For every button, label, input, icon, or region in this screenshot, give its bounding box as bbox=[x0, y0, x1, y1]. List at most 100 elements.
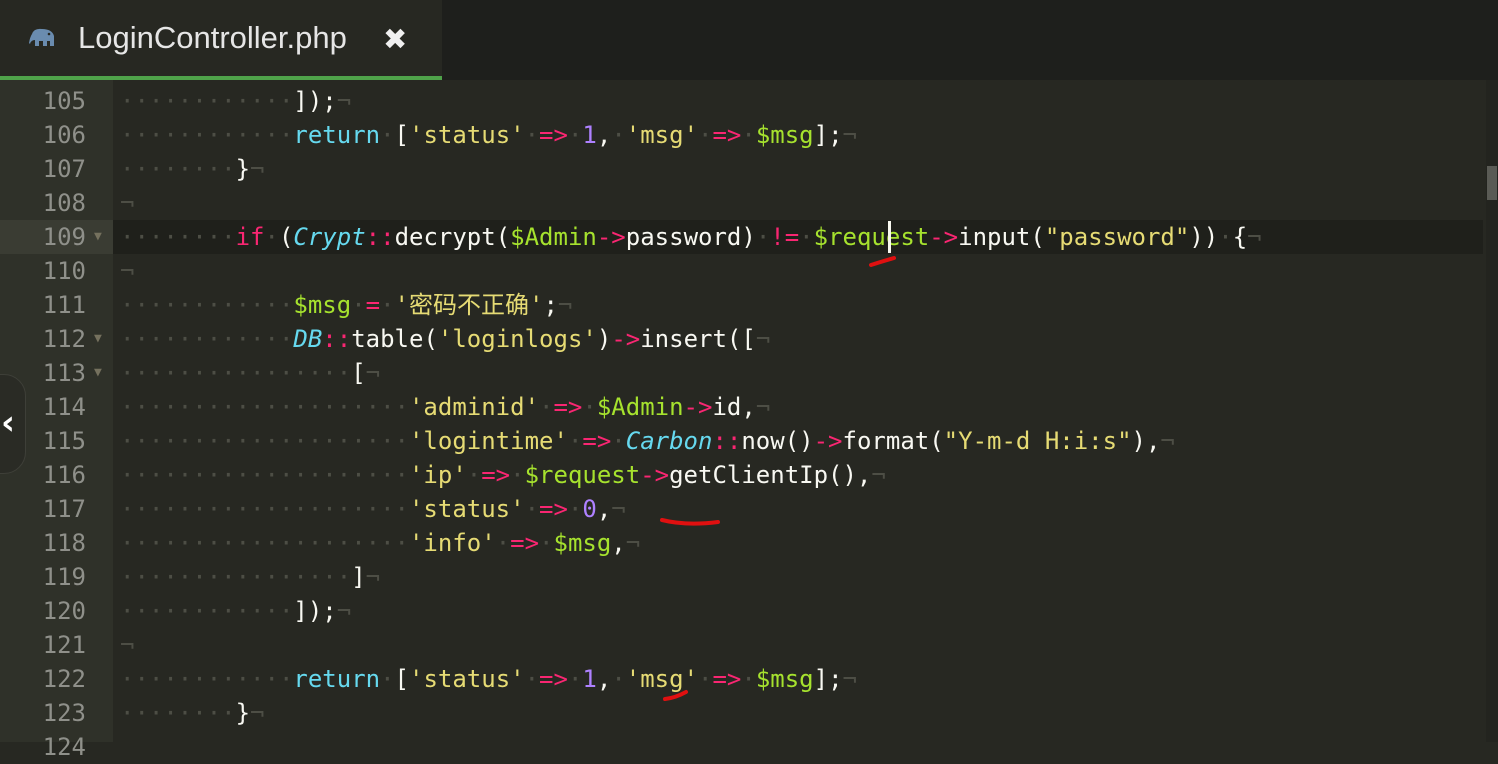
code-line[interactable]: 113 ▼ ················[¬ bbox=[0, 356, 1498, 390]
token-ws: ¬ bbox=[842, 121, 857, 149]
scrollbar-thumb[interactable] bbox=[1487, 166, 1497, 200]
token-op: -> bbox=[640, 461, 670, 489]
text-cursor bbox=[888, 221, 891, 253]
fold-arrow-icon[interactable]: ▼ bbox=[94, 322, 102, 356]
code-text: ········}¬ bbox=[120, 696, 265, 730]
token-ws: ¬ bbox=[755, 325, 771, 353]
code-text: ····················'logintime'·=>·Carbo… bbox=[120, 424, 1175, 458]
token-op: -> bbox=[929, 223, 959, 251]
token-op: :: bbox=[712, 427, 742, 455]
annotation-underline-status-one bbox=[663, 690, 688, 701]
code-line[interactable]: 116 ····················'ip'·=>·$request-… bbox=[0, 458, 1498, 492]
token-ws: ¬ bbox=[611, 495, 626, 523]
code-text: ········}¬ bbox=[120, 152, 265, 186]
token-pl: [ bbox=[351, 359, 366, 387]
line-number: 122 bbox=[42, 665, 86, 693]
code-line[interactable]: 115 ····················'logintime'·=>·Ca… bbox=[0, 424, 1498, 458]
code-line[interactable]: 120 ············]);¬ bbox=[0, 594, 1498, 628]
code-text: ············return·['status'·=>·1,·'msg'… bbox=[120, 662, 857, 696]
token-ws: · bbox=[741, 121, 756, 149]
token-var: $msg bbox=[293, 291, 352, 319]
token-ws: ¬ bbox=[557, 291, 573, 319]
code-line[interactable]: 110 ¬ bbox=[0, 254, 1498, 288]
token-ws: ¬ bbox=[250, 699, 265, 727]
code-line[interactable]: 119 ················]¬ bbox=[0, 560, 1498, 594]
token-fn: return bbox=[293, 121, 381, 149]
code-line[interactable]: 108 ¬ bbox=[0, 186, 1498, 220]
code-line[interactable]: 112 ▼ ············DB::table('loginlogs')->… bbox=[0, 322, 1498, 356]
php-elephant-icon bbox=[29, 28, 54, 46]
code-line[interactable]: 121 ¬ bbox=[0, 628, 1498, 662]
token-op: => bbox=[712, 665, 742, 693]
code-text: ····················'adminid'·=>·$Admin-… bbox=[120, 390, 770, 424]
code-text: ············$msg·=·'密码不正确';¬ bbox=[120, 288, 572, 322]
line-number: 119 bbox=[42, 563, 86, 591]
code-text: ············return·['status'·=>·1,·'msg'… bbox=[120, 118, 857, 152]
code-line[interactable]: 123 ········}¬ bbox=[0, 696, 1498, 730]
token-str: 'msg' bbox=[625, 121, 699, 149]
code-line[interactable]: 106 ············return·['status'·=>·1,·'m… bbox=[0, 118, 1498, 152]
token-ws: · bbox=[611, 121, 626, 149]
code-text: ················]¬ bbox=[120, 560, 380, 594]
code-line[interactable]: 105 ············]);¬ bbox=[0, 84, 1498, 118]
token-op: -> bbox=[683, 393, 713, 421]
token-pl: now() bbox=[741, 427, 814, 455]
annotation-underline-status-zero bbox=[660, 518, 720, 526]
token-ws: ¬ bbox=[365, 563, 381, 591]
token-ws: · bbox=[567, 495, 583, 523]
line-number: 106 bbox=[42, 121, 86, 149]
code-line[interactable]: 114 ····················'adminid'·=>·$Adm… bbox=[0, 390, 1498, 424]
token-var: $Admin bbox=[596, 393, 684, 421]
sidebar-toggle-button[interactable]: ‹ bbox=[0, 374, 26, 474]
code-text: ····················'info'·=>·$msg,¬ bbox=[120, 526, 640, 560]
code-line[interactable]: 124 bbox=[0, 730, 1498, 764]
token-op: => bbox=[481, 461, 511, 489]
token-pl: table( bbox=[351, 325, 438, 353]
code-line[interactable]: 122 ············return·['status'·=>·1,·'m… bbox=[0, 662, 1498, 696]
token-var: $request bbox=[813, 223, 930, 251]
token-var: $msg bbox=[553, 529, 612, 557]
code-text: ············DB::table('loginlogs')->inse… bbox=[120, 322, 770, 356]
token-ws: · bbox=[567, 427, 583, 455]
token-op: -> bbox=[813, 427, 843, 455]
fold-arrow-icon[interactable]: ▼ bbox=[94, 356, 102, 390]
code-line[interactable]: 109 ▼ ········if·(Crypt::decrypt($Admin->p… bbox=[0, 220, 1498, 254]
token-ws: · bbox=[755, 223, 771, 251]
token-ws: · bbox=[524, 665, 540, 693]
token-ws: ················ bbox=[120, 359, 352, 387]
tab-logincontroller[interactable]: LoginController.php ✖ bbox=[0, 0, 442, 80]
token-pl: decrypt( bbox=[394, 223, 511, 251]
code-line[interactable]: 118 ····················'info'·=>·$msg,¬ bbox=[0, 526, 1498, 560]
close-icon[interactable]: ✖ bbox=[383, 22, 407, 56]
token-ws: ············ bbox=[120, 121, 294, 149]
code-text: ¬ bbox=[120, 628, 134, 662]
token-op: = bbox=[365, 291, 381, 319]
code-text: ················[¬ bbox=[120, 356, 380, 390]
code-text: ····················'status'·=>·0,¬ bbox=[120, 492, 626, 526]
token-op: => bbox=[510, 529, 540, 557]
token-pl: , bbox=[611, 529, 626, 557]
token-str: 'status' bbox=[409, 665, 525, 693]
line-number: 117 bbox=[42, 495, 86, 523]
code-line[interactable]: 111 ············$msg·=·'密码不正确';¬ bbox=[0, 288, 1498, 322]
line-number: 107 bbox=[42, 155, 86, 183]
fold-arrow-icon[interactable]: ▼ bbox=[94, 220, 102, 254]
token-ws: ¬ bbox=[365, 359, 381, 387]
token-pl: { bbox=[1232, 223, 1248, 251]
token-ws: ¬ bbox=[120, 257, 135, 285]
token-pl: ]); bbox=[293, 597, 337, 625]
code-line[interactable]: 117 ····················'status'·=>·0,¬ bbox=[0, 492, 1498, 526]
token-op: != bbox=[770, 223, 800, 251]
token-ws: ···················· bbox=[120, 461, 409, 489]
vertical-scrollbar[interactable] bbox=[1486, 80, 1498, 742]
chevron-left-icon: ‹ bbox=[1, 403, 16, 443]
token-ws: · bbox=[539, 393, 554, 421]
token-pl: } bbox=[235, 699, 251, 727]
token-str: 'info' bbox=[408, 529, 496, 557]
token-ws: · bbox=[582, 393, 597, 421]
token-op: => bbox=[712, 121, 742, 149]
token-ws: ¬ bbox=[1160, 427, 1175, 455]
token-ws: · bbox=[524, 495, 540, 523]
token-str: "password" bbox=[1044, 223, 1190, 251]
code-line[interactable]: 107 ········}¬ bbox=[0, 152, 1498, 186]
